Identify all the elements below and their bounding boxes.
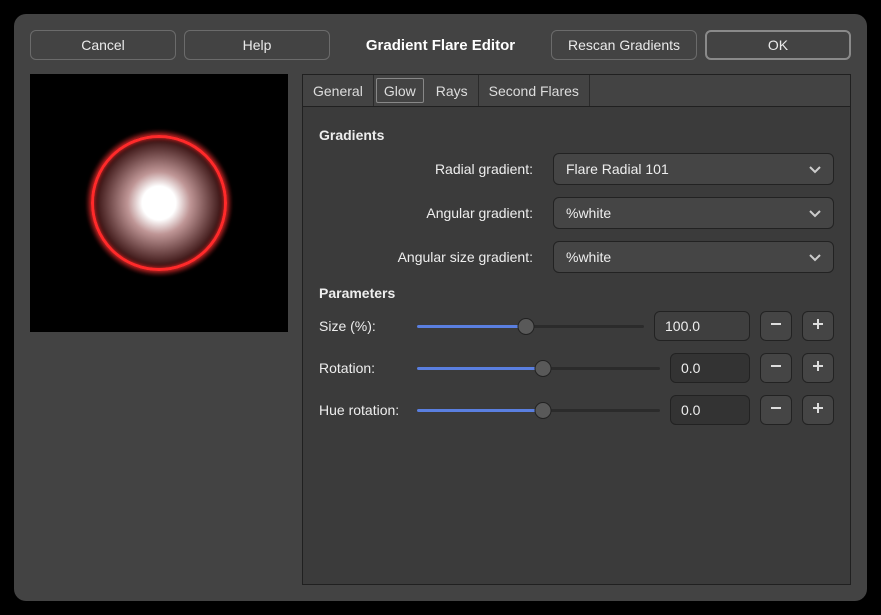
radial-gradient-row: Radial gradient: Flare Radial 101: [319, 153, 834, 185]
hue-increment-button[interactable]: [802, 395, 834, 425]
slider-fill: [417, 325, 526, 328]
radial-gradient-value: Flare Radial 101: [566, 161, 669, 177]
flare-preview: [30, 74, 288, 332]
tabs: General Glow Rays Second Flares: [303, 75, 850, 107]
plus-icon: [812, 359, 824, 377]
minus-icon: [770, 317, 782, 335]
slider-fill: [417, 409, 543, 412]
size-slider[interactable]: [417, 316, 644, 336]
slider-thumb[interactable]: [517, 318, 534, 335]
angular-size-gradient-row: Angular size gradient: %white: [319, 241, 834, 273]
hue-rotation-slider[interactable]: [417, 400, 660, 420]
hue-rotation-input[interactable]: [670, 395, 750, 425]
angular-gradient-row: Angular gradient: %white: [319, 197, 834, 229]
content-area: General Glow Rays Second Flares Gradient…: [30, 74, 851, 585]
rotation-decrement-button[interactable]: [760, 353, 792, 383]
rotation-increment-button[interactable]: [802, 353, 834, 383]
angular-gradient-select[interactable]: %white: [553, 197, 834, 229]
size-decrement-button[interactable]: [760, 311, 792, 341]
dialog-window: Cancel Help Gradient Flare Editor Rescan…: [14, 14, 867, 601]
chevron-down-icon: [809, 205, 821, 221]
preview-column: [30, 74, 288, 585]
plus-icon: [812, 317, 824, 335]
ok-button[interactable]: OK: [705, 30, 851, 60]
angular-size-gradient-value: %white: [566, 249, 611, 265]
help-button[interactable]: Help: [184, 30, 330, 60]
size-increment-button[interactable]: [802, 311, 834, 341]
chevron-down-icon: [809, 249, 821, 265]
angular-size-gradient-label: Angular size gradient:: [319, 249, 539, 265]
chevron-down-icon: [809, 161, 821, 177]
angular-gradient-label: Angular gradient:: [319, 205, 539, 221]
radial-gradient-select[interactable]: Flare Radial 101: [553, 153, 834, 185]
angular-size-gradient-select[interactable]: %white: [553, 241, 834, 273]
slider-thumb[interactable]: [535, 402, 552, 419]
angular-gradient-value: %white: [566, 205, 611, 221]
hue-rotation-row: Hue rotation:: [319, 395, 834, 425]
rotation-slider[interactable]: [417, 358, 660, 378]
tab-general[interactable]: General: [303, 75, 374, 106]
gradients-heading: Gradients: [319, 127, 834, 143]
titlebar: Cancel Help Gradient Flare Editor Rescan…: [30, 30, 851, 60]
rotation-row: Rotation:: [319, 353, 834, 383]
size-row: Size (%):: [319, 311, 834, 341]
cancel-button[interactable]: Cancel: [30, 30, 176, 60]
hue-decrement-button[interactable]: [760, 395, 792, 425]
parameters-heading: Parameters: [319, 285, 834, 301]
minus-icon: [770, 359, 782, 377]
radial-gradient-label: Radial gradient:: [319, 161, 539, 177]
size-label: Size (%):: [319, 318, 407, 334]
slider-thumb[interactable]: [535, 360, 552, 377]
tab-rays[interactable]: Rays: [426, 75, 479, 106]
tab-second-flares[interactable]: Second Flares: [479, 75, 590, 106]
rotation-input[interactable]: [670, 353, 750, 383]
plus-icon: [812, 401, 824, 419]
settings-panel: General Glow Rays Second Flares Gradient…: [302, 74, 851, 585]
tab-glow[interactable]: Glow: [376, 78, 424, 103]
size-input[interactable]: [654, 311, 750, 341]
dialog-title: Gradient Flare Editor: [338, 37, 543, 54]
preview-ring: [91, 135, 227, 271]
slider-fill: [417, 367, 543, 370]
panel-body: Gradients Radial gradient: Flare Radial …: [303, 107, 850, 584]
rescan-gradients-button[interactable]: Rescan Gradients: [551, 30, 697, 60]
hue-rotation-label: Hue rotation:: [319, 402, 407, 418]
rotation-label: Rotation:: [319, 360, 407, 376]
minus-icon: [770, 401, 782, 419]
